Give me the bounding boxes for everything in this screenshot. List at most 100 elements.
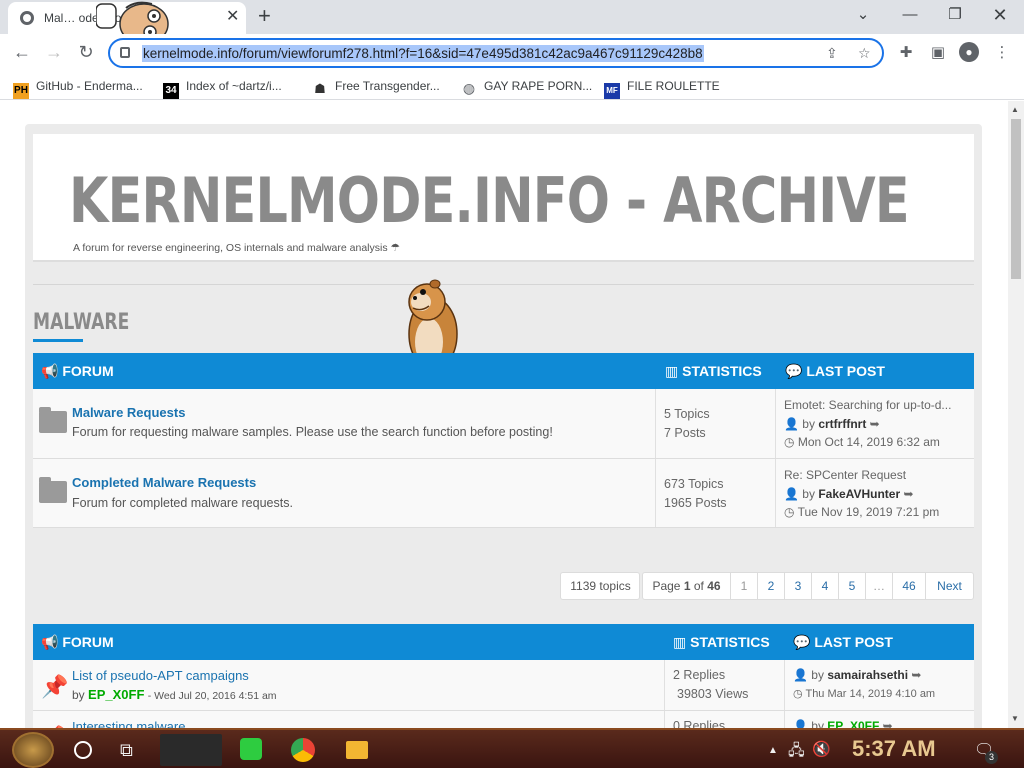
forum-stats: 673 Topics 1965 Posts (655, 459, 775, 527)
by-label: by (72, 688, 85, 702)
vertical-scrollbar[interactable]: ▲ ▼ (1008, 101, 1024, 728)
lock-icon[interactable] (120, 47, 130, 58)
close-tab-icon[interactable]: ✕ (226, 8, 239, 26)
megaphone-icon: 📢 (41, 634, 59, 650)
profile-avatar-icon[interactable]: ● (959, 42, 979, 62)
forum-header-text: FORUM (62, 634, 114, 650)
comments-icon: 💬 (785, 363, 803, 379)
start-button[interactable] (12, 732, 54, 768)
maximize-button[interactable]: ❐ (940, 5, 970, 25)
goto-post-icon[interactable]: ➥ (903, 487, 913, 501)
page-link-5[interactable]: 5 (839, 573, 866, 599)
by-label: by (802, 486, 815, 501)
last-post-title-link[interactable]: Re: SPCenter Request (784, 466, 974, 485)
extensions-icon[interactable]: ✚ (896, 43, 916, 61)
page-link-46[interactable]: 46 (893, 573, 926, 599)
clock[interactable]: 5:37 AM (852, 736, 936, 762)
topic-row: 📌 List of pseudo-APT campaigns by EP_X0F… (33, 660, 974, 711)
divider (33, 284, 974, 285)
forward-button[interactable]: → (42, 41, 66, 63)
page-link-2[interactable]: 2 (758, 573, 785, 599)
topic-title-link[interactable]: List of pseudo-APT campaigns (72, 668, 249, 683)
chrome-icon[interactable] (291, 738, 315, 762)
forum-title-link[interactable]: Completed Malware Requests (72, 475, 256, 490)
last-post-date: Tue Nov 19, 2019 7:21 pm (797, 505, 940, 519)
goto-post-icon[interactable]: ➥ (883, 719, 893, 728)
last-post-header-text: LAST POST (814, 634, 893, 650)
page-link-3[interactable]: 3 (785, 573, 812, 599)
last-post-author-link[interactable]: samairahsethi (827, 668, 908, 682)
bookmark-item[interactable]: ☗ Free Transgender... (312, 77, 440, 96)
by-label: by (811, 668, 824, 682)
close-window-button[interactable]: ✕ (985, 5, 1015, 25)
posts-count: 7 Posts (664, 426, 706, 440)
topics-count: 5 Topics (664, 407, 710, 421)
bookmark-item[interactable]: PH GitHub - Enderma... (13, 77, 143, 99)
share-icon[interactable]: ⇪ (826, 45, 838, 62)
topic-title-link[interactable]: Interesting malware (72, 719, 185, 728)
bookmark-item[interactable]: 34 Index of ~dartz/i... (163, 77, 282, 99)
clock-icon: ◷ (784, 505, 795, 519)
tray-chevron-icon[interactable]: ▲ (768, 745, 778, 756)
goto-post-icon[interactable]: ➥ (911, 668, 921, 682)
last-post-title-link[interactable]: Emotet: Searching for up-to-d... (784, 396, 974, 415)
taskbar: ⧉ ▲ 🖧 🔇 5:37 AM 🗨 3 (0, 728, 1024, 768)
forum-row: Completed Malware Requests Forum for com… (33, 459, 974, 528)
globe-icon (20, 11, 34, 25)
topic-row: 📌 Interesting malware 0 Replies 👤 by EP_… (33, 711, 974, 728)
page-prefix: Page (652, 579, 681, 593)
bookmark-label: GAY RAPE PORN... (484, 79, 593, 93)
bookmark-item[interactable]: MF FILE ROULETTE (604, 77, 720, 99)
forum-description: Forum for requesting malware samples. Pl… (72, 425, 553, 439)
tab-bar: Mal… ode.info ✕ + ⌄ — ❐ ✕ (0, 0, 1024, 45)
user-icon: 👤 (793, 668, 808, 682)
side-panel-icon[interactable]: ▣ (928, 43, 948, 61)
new-tab-button[interactable]: + (258, 3, 271, 29)
scrollbar-thumb[interactable] (1011, 119, 1021, 279)
page-link-4[interactable]: 4 (812, 573, 839, 599)
bookmark-favicon-icon: 34 (163, 83, 179, 99)
back-button[interactable]: ← (10, 41, 34, 63)
statistics-column-header: ▥ STATISTICS (665, 363, 762, 380)
url-text[interactable]: kernelmode.info/forum/viewforumf278.html… (142, 45, 704, 62)
last-post-author-link[interactable]: EP_X0FF (827, 719, 879, 728)
forum-description: Forum for completed malware requests. (72, 496, 293, 510)
bookmark-star-icon[interactable]: ☆ (858, 45, 871, 62)
bookmark-item[interactable]: ◍ GAY RAPE PORN... (461, 77, 593, 96)
last-post-author-link[interactable]: crtfrffnrt (818, 417, 866, 431)
topics-total: 1139 topics (570, 579, 631, 593)
topic-author-link[interactable]: EP_X0FF (88, 687, 144, 702)
next-page-button[interactable]: Next (926, 573, 973, 599)
page-indicator[interactable]: Page 1 of 46 (643, 573, 731, 599)
forum-title-link[interactable]: Malware Requests (72, 405, 185, 420)
replies-count: 0 Replies (673, 719, 726, 728)
task-view-icon[interactable]: ⧉ (120, 740, 133, 761)
user-icon: 👤 (784, 486, 799, 501)
scroll-up-icon[interactable]: ▲ (1011, 105, 1019, 114)
topics-count-badge: 1139 topics (560, 572, 640, 600)
tab-search-icon[interactable]: ⌄ (848, 5, 878, 25)
address-bar[interactable]: kernelmode.info/forum/viewforumf278.html… (108, 38, 884, 68)
last-post-author-link[interactable]: FakeAVHunter (818, 487, 900, 501)
bookmark-favicon-icon: MF (604, 83, 620, 99)
site-title[interactable]: KERNELMODE.INFO - ARCHIVE (69, 164, 910, 237)
page-link-1[interactable]: 1 (731, 573, 758, 599)
taskbar-slot[interactable] (160, 734, 222, 766)
search-icon[interactable] (74, 741, 92, 759)
notes-app-icon[interactable] (240, 738, 262, 760)
menu-icon[interactable]: ⋮ (992, 43, 1012, 61)
file-explorer-icon[interactable] (346, 741, 368, 759)
goto-post-icon[interactable]: ➥ (870, 417, 880, 431)
network-icon[interactable]: 🖧 (788, 740, 805, 765)
last-post-cell: 👤 by EP_X0FF ➥ (784, 711, 974, 728)
reload-button[interactable]: ↻ (74, 41, 98, 63)
forum-column-header: 📢 FORUM (41, 363, 114, 380)
last-post-date: Mon Oct 14, 2019 6:32 am (797, 435, 940, 449)
gamepad-icon: ☗ (314, 81, 326, 96)
volume-muted-icon[interactable]: 🔇 (812, 740, 831, 758)
topic-stats: 0 Replies (664, 711, 784, 728)
scroll-down-icon[interactable]: ▼ (1011, 714, 1019, 723)
minimize-button[interactable]: — (895, 5, 925, 25)
bookmark-label: Index of ~dartz/i... (186, 79, 282, 93)
last-post-cell: Emotet: Searching for up-to-d... 👤 by cr… (775, 389, 974, 458)
